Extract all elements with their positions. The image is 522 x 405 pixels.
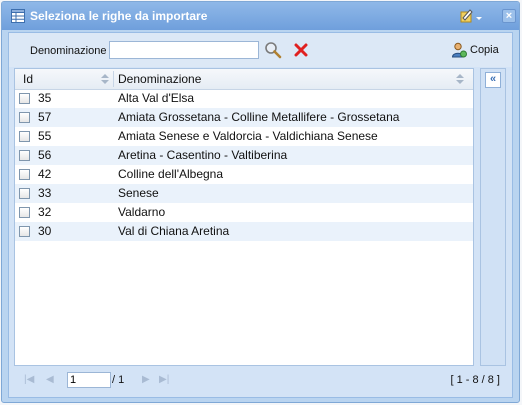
row-checkbox[interactable] [19, 207, 30, 218]
table-row[interactable]: 33 Senese [15, 184, 473, 203]
search-icon[interactable] [264, 41, 282, 59]
row-checkbox[interactable] [19, 188, 30, 199]
close-icon[interactable]: × [502, 9, 516, 23]
row-name: Alta Val d'Elsa [118, 91, 195, 105]
row-checkbox[interactable] [19, 131, 30, 142]
row-checkbox[interactable] [19, 112, 30, 123]
table-row[interactable]: 35 Alta Val d'Elsa [15, 89, 473, 108]
row-checkbox[interactable] [19, 226, 30, 237]
dialog-titlebar[interactable]: Seleziona le righe da importare × [2, 2, 519, 30]
dialog-window: Seleziona le righe da importare × Denomi… [1, 1, 520, 403]
table-row[interactable]: 42 Colline dell'Albegna [15, 165, 473, 184]
table-icon [11, 9, 25, 23]
next-page-icon[interactable]: ▶ [142, 374, 150, 385]
rows-grid: Id Denominazione 35 Alta Val d'Elsa 57 Ami… [14, 68, 474, 366]
first-page-icon[interactable]: |◀ [24, 374, 34, 385]
filter-label: Denominazione [30, 45, 107, 57]
row-name: Amiata Senese e Valdorcia - Valdichiana … [118, 129, 378, 143]
user-copy-icon [451, 42, 467, 58]
column-header-denominazione[interactable]: Denominazione [118, 69, 201, 89]
row-checkbox[interactable] [19, 93, 30, 104]
table-row[interactable]: 32 Valdarno [15, 203, 473, 222]
row-id: 30 [38, 224, 52, 238]
row-id: 32 [38, 205, 52, 219]
row-name: Senese [118, 186, 159, 200]
filter-input[interactable] [109, 41, 259, 59]
grid-rows: 35 Alta Val d'Elsa 57 Amiata Grossetana - … [15, 89, 473, 241]
prev-page-icon[interactable]: ◀ [46, 374, 54, 385]
row-name: Amiata Grossetana - Colline Metallifere … [118, 110, 400, 124]
row-id: 55 [38, 129, 52, 143]
copy-button-label: Copia [470, 44, 499, 56]
page-info: [ 1 - 8 / 8 ] [450, 374, 500, 386]
row-checkbox[interactable] [19, 169, 30, 180]
row-id: 57 [38, 110, 52, 124]
row-checkbox[interactable] [19, 150, 30, 161]
row-id: 33 [38, 186, 52, 200]
column-separator[interactable] [113, 71, 114, 87]
row-name: Valdarno [118, 205, 166, 219]
row-name: Colline dell'Albegna [118, 167, 224, 181]
collapse-icon[interactable]: « [485, 72, 501, 88]
column-header-id[interactable]: Id [23, 69, 33, 89]
row-id: 56 [38, 148, 52, 162]
page-input[interactable] [67, 372, 111, 388]
clear-filter-icon[interactable] [294, 43, 308, 57]
filter-toolbar: Denominazione Copia [9, 33, 512, 67]
dialog-title: Seleziona le righe da importare [30, 9, 208, 23]
table-row[interactable]: 30 Val di Chiana Aretina [15, 222, 473, 241]
page-total: / 1 [112, 374, 125, 386]
side-panel: « [480, 68, 506, 366]
grid-header: Id Denominazione [15, 69, 473, 90]
row-id: 35 [38, 91, 52, 105]
last-page-icon[interactable]: ▶| [159, 374, 169, 385]
row-name: Val di Chiana Aretina [118, 224, 230, 238]
row-id: 42 [38, 167, 52, 181]
row-name: Aretina - Casentino - Valtiberina [118, 148, 288, 162]
tools-menu-icon[interactable] [459, 8, 485, 24]
sort-icon[interactable] [101, 74, 109, 84]
table-row[interactable]: 56 Aretina - Casentino - Valtiberina [15, 146, 473, 165]
sort-icon[interactable] [456, 74, 464, 84]
table-row[interactable]: 55 Amiata Senese e Valdorcia - Valdichian… [15, 127, 473, 146]
dialog-body: Denominazione Copia Id Denominazione 35 … [8, 32, 513, 398]
pagination-bar: |◀ ◀ / 1 ▶ ▶| [ 1 - 8 / 8 ] [14, 369, 506, 393]
table-row[interactable]: 57 Amiata Grossetana - Colline Metallifer… [15, 108, 473, 127]
